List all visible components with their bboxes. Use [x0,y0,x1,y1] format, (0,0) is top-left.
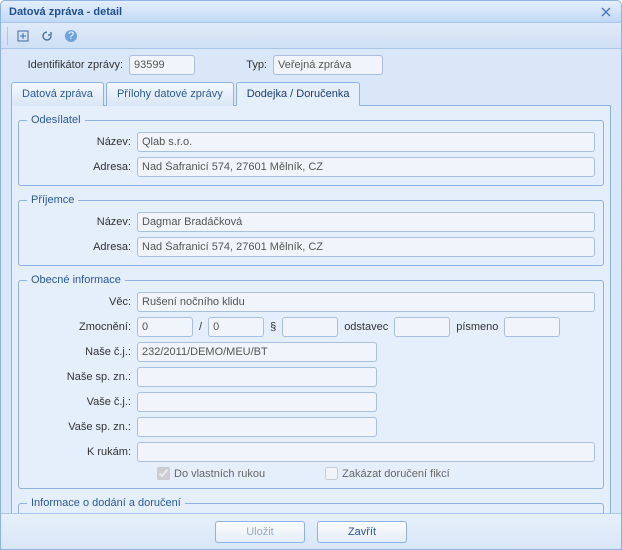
forbid-fiction-check-input [325,467,338,480]
yourfile-label: Vaše sp. zn.: [27,421,137,433]
tab-attachments[interactable]: Přílohy datové zprávy [106,82,234,106]
tab-body: Odesílatel Název: Adresa: Příjemce Název… [11,106,611,513]
general-legend: Obecné informace [27,274,125,286]
auth-para-label: odstavec [344,321,388,333]
auth-input-5[interactable] [504,317,560,337]
recipient-name-label: Název: [27,216,137,228]
sender-name-input[interactable] [137,132,595,152]
recipient-fieldset: Příjemce Název: Adresa: [18,194,604,266]
auth-input-4[interactable] [394,317,450,337]
hands-input[interactable] [137,442,595,462]
type-label: Typ: [205,59,273,71]
hands-label: K rukám: [27,446,137,458]
subject-label: Věc: [27,296,137,308]
own-hands-label: Do vlastních rukou [174,468,265,480]
sender-addr-label: Adresa: [27,161,137,173]
recipient-legend: Příjemce [27,194,78,206]
expand-icon[interactable] [12,26,34,46]
tab-message[interactable]: Datová zpráva [11,82,104,106]
sender-fieldset: Odesílatel Název: Adresa: [18,114,604,186]
sender-name-label: Název: [27,136,137,148]
subject-input[interactable] [137,292,595,312]
dialog-window: Datová zpráva - detail ? Identifikátor z… [0,0,622,550]
close-icon[interactable] [599,5,613,19]
id-input[interactable] [129,55,195,75]
sender-legend: Odesílatel [27,114,85,126]
auth-input-1[interactable] [137,317,193,337]
toolbar-sep [7,27,8,45]
auth-sep2: § [270,321,276,333]
recipient-addr-label: Adresa: [27,241,137,253]
content: Identifikátor zprávy: Typ: Datová zpráva… [1,49,621,513]
ourref-label: Naše č.j.: [27,346,137,358]
svg-text:?: ? [68,30,74,42]
type-input[interactable] [273,55,383,75]
checks-row: Do vlastních rukou Zakázat doručení fikc… [157,467,595,480]
save-button: Uložit [215,521,305,543]
toolbar: ? [1,23,621,49]
forbid-fiction-checkbox: Zakázat doručení fikcí [325,467,450,480]
header-row: Identifikátor zprávy: Typ: [11,55,611,75]
id-label: Identifikátor zprávy: [11,59,129,71]
tabs: Datová zpráva Přílohy datové zprávy Dode… [11,81,611,106]
yourref-label: Vaše č.j.: [27,396,137,408]
own-hands-check-input [157,467,170,480]
recipient-addr-input[interactable] [137,237,595,257]
refresh-icon[interactable] [36,26,58,46]
close-button[interactable]: Zavřít [317,521,407,543]
own-hands-checkbox: Do vlastních rukou [157,467,265,480]
tab-receipt[interactable]: Dodejka / Doručenka [236,82,361,106]
ourref-input[interactable] [137,342,377,362]
sender-addr-input[interactable] [137,157,595,177]
auth-input-3[interactable] [282,317,338,337]
general-fieldset: Obecné informace Věc: Zmocnění: / § odst… [18,274,604,489]
recipient-name-input[interactable] [137,212,595,232]
yourref-input[interactable] [137,392,377,412]
auth-sep1: / [199,321,202,333]
delivery-legend: Informace o dodání a doručení [27,497,185,509]
auth-input-2[interactable] [208,317,264,337]
yourfile-input[interactable] [137,417,377,437]
auth-letter-label: písmeno [456,321,498,333]
auth-label: Zmocnění: [27,321,137,333]
help-icon[interactable]: ? [60,26,82,46]
ourfile-input[interactable] [137,367,377,387]
titlebar: Datová zpráva - detail [1,1,621,23]
forbid-fiction-label: Zakázat doručení fikcí [342,468,450,480]
footer: Uložit Zavřít [1,513,621,549]
ourfile-label: Naše sp. zn.: [27,371,137,383]
delivery-fieldset: Informace o dodání a doručení Dodáno: Do… [18,497,604,513]
window-title: Datová zpráva - detail [9,6,599,18]
